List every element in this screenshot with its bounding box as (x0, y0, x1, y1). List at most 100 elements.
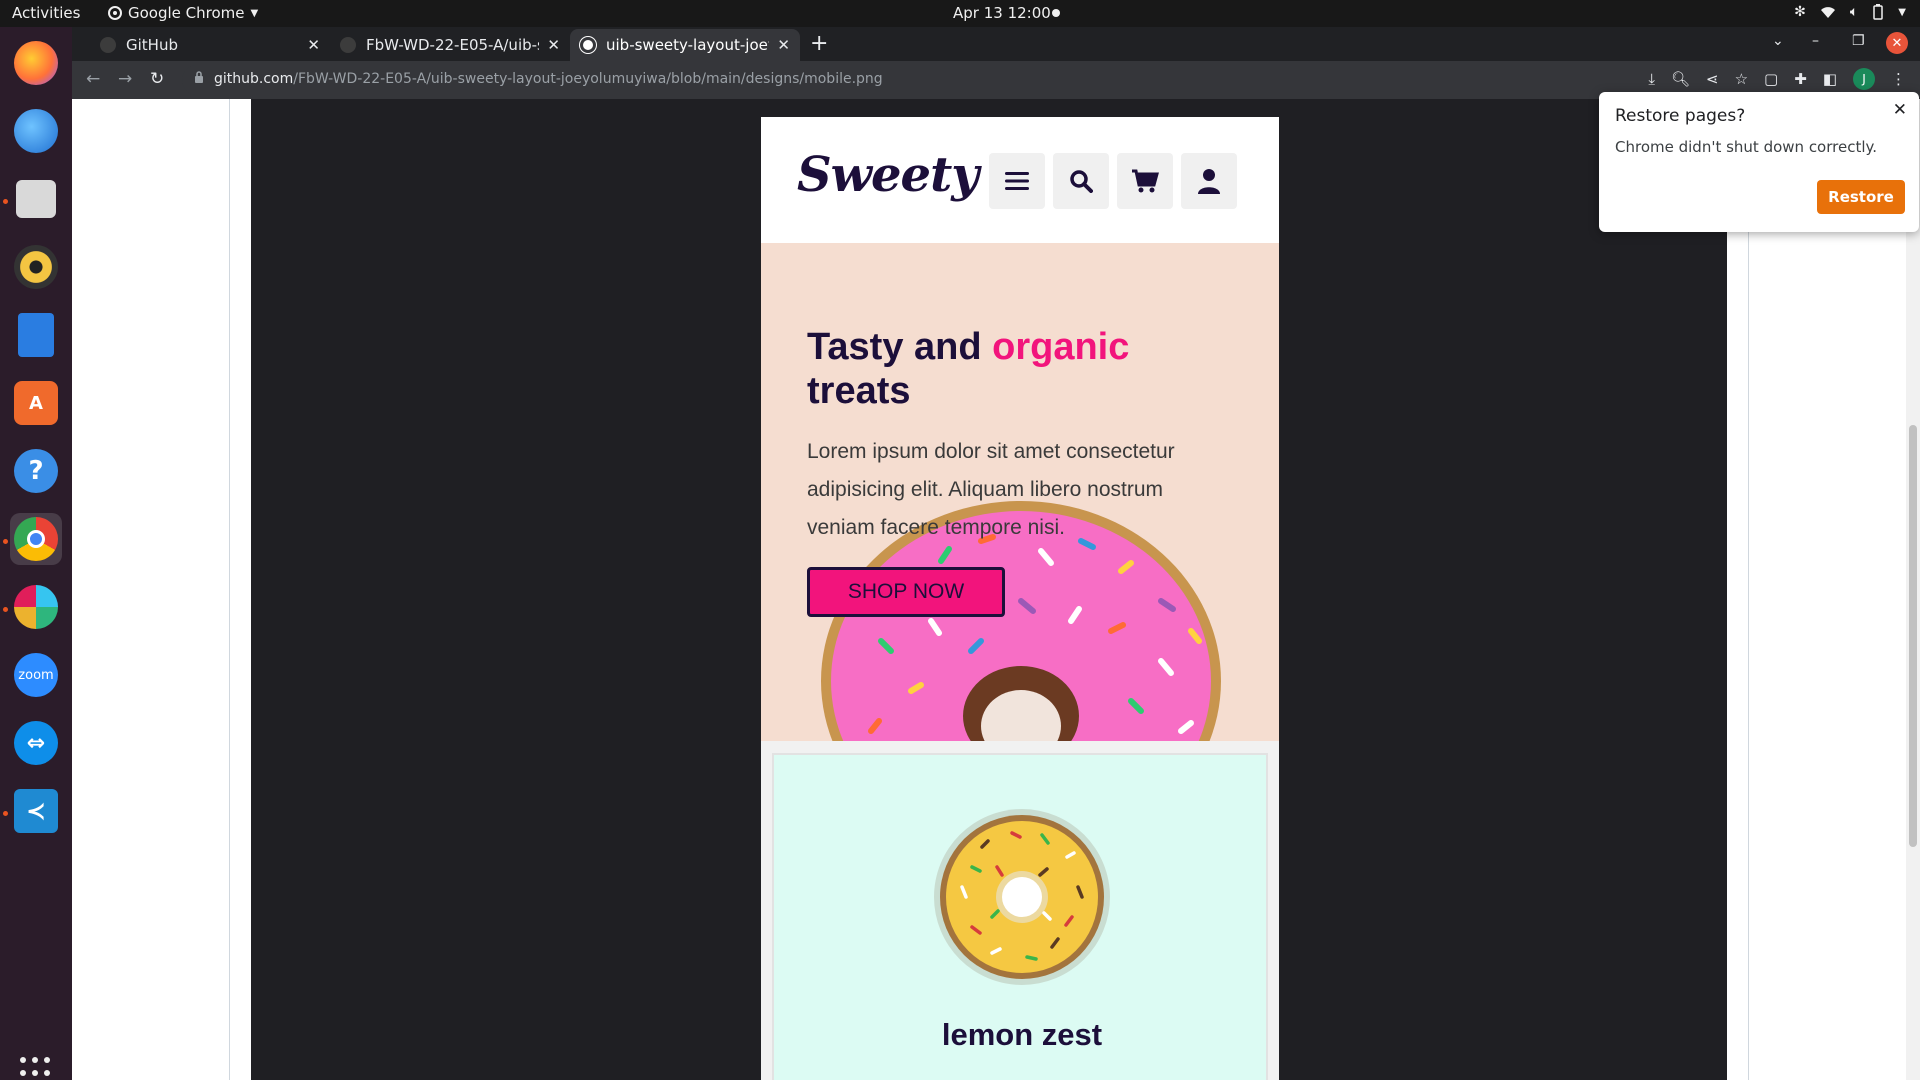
slack-tray-icon: ✻ (1794, 4, 1806, 20)
hamburger-icon (1005, 172, 1029, 190)
cart-icon (1132, 169, 1159, 193)
kebab-menu-icon[interactable]: ⋮ (1891, 70, 1906, 88)
address-bar[interactable]: github.com/FbW-WD-22-E05-A/uib-sweety-la… (182, 65, 1702, 95)
dock-teamviewer[interactable]: ⇔ (10, 717, 62, 769)
writer-icon (18, 313, 54, 357)
minimize-button[interactable]: – (1812, 33, 1819, 49)
dock-zoom[interactable]: zoom (10, 649, 62, 701)
reload-button[interactable]: ↻ (150, 69, 164, 89)
slack-icon (14, 585, 58, 629)
app-menu[interactable]: Google Chrome ▼ (108, 4, 258, 22)
dock-firefox[interactable] (10, 37, 62, 89)
dock-vscode[interactable]: ≺ (10, 785, 62, 837)
dock-software[interactable]: A (10, 377, 62, 429)
page-viewport: Sweety Tasty and organic treats Lorem ip… (72, 99, 1920, 1080)
chevron-down-icon: ▼ (250, 7, 259, 19)
dock-files[interactable] (10, 173, 62, 225)
github-left-gutter (72, 99, 230, 1080)
restore-pages-dialog: Restore pages? ✕ Chrome didn't shut down… (1599, 92, 1919, 232)
mock-user-button (1181, 153, 1237, 209)
mock-hero-body: Lorem ipsum dolor sit amet consectetur a… (807, 440, 1175, 539)
tab-mobile-png[interactable]: uib-sweety-layout-joeyolu ✕ (570, 29, 800, 61)
back-button[interactable]: ← (86, 69, 100, 89)
files-icon (16, 180, 56, 218)
dock-thunderbird[interactable] (10, 105, 62, 157)
show-applications-icon[interactable] (20, 1057, 52, 1080)
close-tab-icon[interactable]: ✕ (777, 36, 790, 54)
zoom-icon[interactable]: 🔍︎ (1671, 70, 1690, 88)
side-panel-icon[interactable]: ◧ (1823, 70, 1837, 88)
zoom-icon: zoom (14, 653, 58, 697)
close-tab-icon[interactable]: ✕ (307, 36, 320, 54)
restore-button[interactable]: Restore (1817, 180, 1905, 214)
running-indicator (3, 199, 8, 204)
mock-product-card: lemon zest (772, 753, 1268, 1080)
url-text: github.com/FbW-WD-22-E05-A/uib-sweety-la… (214, 71, 883, 87)
software-icon: A (14, 381, 58, 425)
tab-strip: GitHub ✕ FbW-WD-22-E05-A/uib-sw ✕ uib-sw… (72, 27, 1920, 61)
wifi-icon (1820, 7, 1835, 18)
app-menu-label: Google Chrome (128, 4, 245, 22)
running-indicator (3, 607, 8, 612)
mock-header: Sweety (761, 117, 1279, 243)
running-indicator (3, 539, 8, 544)
tab-github[interactable]: GitHub ✕ (90, 29, 330, 61)
github-favicon-icon (100, 37, 116, 53)
dialog-message: Chrome didn't shut down correctly. (1615, 138, 1878, 156)
dialog-title: Restore pages? (1615, 106, 1746, 126)
tab-title: GitHub (126, 36, 178, 54)
hero-title-end: treats (807, 370, 911, 412)
thunderbird-icon (14, 109, 58, 153)
rhythmbox-icon (14, 245, 58, 289)
clock[interactable]: Apr 13 12:00 (953, 4, 1051, 22)
user-icon (1198, 169, 1220, 194)
maximize-button[interactable]: ❐ (1852, 33, 1865, 49)
chrome-app-icon (108, 6, 122, 20)
forward-button[interactable]: → (118, 69, 132, 89)
url-host: github.com (214, 71, 294, 87)
new-tab-button[interactable]: + (810, 31, 828, 56)
dock-help[interactable]: ? (10, 445, 62, 497)
mock-hero-title: Tasty and organic treats (807, 325, 1227, 413)
running-indicator (3, 811, 8, 816)
extension-slot-icon[interactable]: ▢ (1764, 70, 1778, 88)
firefox-icon (14, 41, 58, 85)
system-top-bar: Activities Google Chrome ▼ Apr 13 12:00 … (0, 0, 1920, 27)
mock-product-title: lemon zest (941, 1017, 1103, 1052)
gutter-spacer (230, 99, 250, 1080)
search-icon (1070, 170, 1093, 193)
tab-repo[interactable]: FbW-WD-22-E05-A/uib-sw ✕ (330, 29, 570, 61)
extensions-puzzle-icon[interactable]: ✚ (1794, 70, 1807, 88)
hero-title-accent: organic (992, 326, 1130, 368)
scrollbar-thumb[interactable] (1909, 425, 1917, 847)
close-icon[interactable]: ✕ (1893, 100, 1907, 120)
mock-logo: Sweety (797, 147, 979, 203)
page-scrollbar[interactable] (1906, 99, 1920, 1080)
chevron-down-icon: ▼ (1898, 6, 1906, 18)
dock-slack[interactable] (10, 581, 62, 633)
teamviewer-icon: ⇔ (14, 721, 58, 765)
mock-shop-now-button: SHOP NOW (807, 567, 1005, 617)
system-tray[interactable]: ✻ 🔈︎ ▼ (1794, 4, 1906, 20)
github-favicon-icon (340, 37, 356, 53)
mock-cart-button (1117, 153, 1173, 209)
window-close-button[interactable]: ✕ (1886, 32, 1908, 54)
tab-title: FbW-WD-22-E05-A/uib-sw (366, 36, 540, 54)
activities-button[interactable]: Activities (12, 4, 80, 22)
install-icon[interactable]: ⤓ (1648, 70, 1655, 88)
bookmark-star-icon[interactable]: ☆ (1735, 70, 1748, 88)
tab-search-icon[interactable]: ⌄ (1772, 33, 1784, 49)
close-tab-icon[interactable]: ✕ (547, 36, 560, 54)
profile-avatar[interactable]: J (1853, 68, 1875, 90)
dock: A ? zoom ⇔ ≺ (0, 27, 72, 1080)
share-icon[interactable]: ⋖ (1706, 70, 1719, 88)
lemon-donut-illustration (934, 809, 1110, 985)
github-favicon-icon (580, 37, 596, 53)
dock-rhythmbox[interactable] (10, 241, 62, 293)
notification-dot-icon (1052, 9, 1060, 17)
lock-icon (195, 71, 203, 83)
dock-writer[interactable] (10, 309, 62, 361)
volume-icon: 🔈︎ (1849, 4, 1859, 20)
dock-chrome[interactable] (10, 513, 62, 565)
help-icon: ? (14, 449, 58, 493)
